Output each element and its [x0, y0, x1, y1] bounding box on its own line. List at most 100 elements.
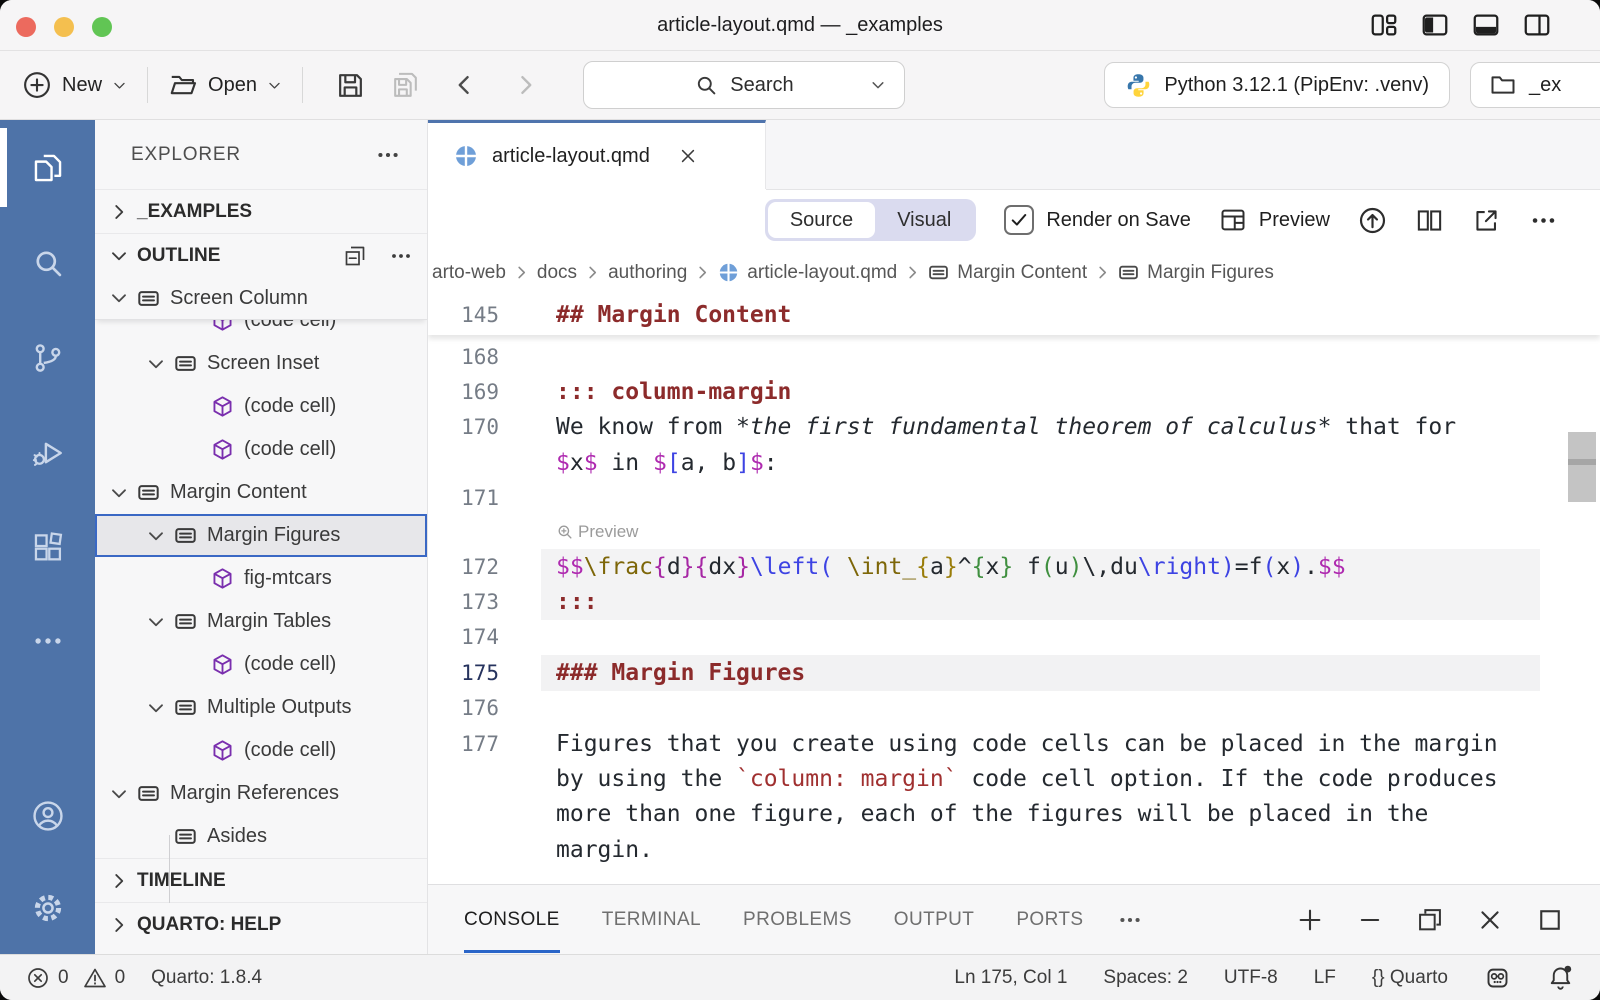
panel-tab-ports[interactable]: PORTS [1016, 887, 1083, 953]
collapse-all-icon[interactable] [343, 244, 367, 268]
tab-article-layout[interactable]: article-layout.qmd [428, 120, 766, 189]
code-line-171[interactable]: 171 [428, 481, 1600, 516]
section-quarto-help[interactable]: QUARTO: HELP [95, 902, 427, 946]
toggle-bottom-panel-icon[interactable] [1471, 10, 1501, 40]
notifications-bell-icon[interactable] [1547, 964, 1574, 991]
save-button[interactable] [335, 70, 366, 101]
scrollbar-thumb[interactable] [1568, 432, 1596, 502]
breadcrumb-item-arto-web[interactable]: arto-web [432, 262, 506, 284]
code-line-wrap[interactable]: $x$ in $[a, b]$: [428, 445, 1600, 480]
outline-item-screen-inset[interactable]: Screen Inset [95, 342, 427, 385]
activity-more-button[interactable] [0, 595, 95, 687]
language-mode-status[interactable]: {} Quarto [1372, 967, 1448, 989]
outline-item-margin-content[interactable]: Margin Content [95, 471, 427, 514]
outline-item-margin-figures[interactable]: Margin Figures [95, 514, 427, 557]
panel-plus-icon[interactable] [1296, 906, 1324, 934]
panel-maximize-icon[interactable] [1536, 906, 1564, 934]
section-timeline[interactable]: TIMELINE [95, 858, 427, 902]
explorer-title: EXPLORER [131, 144, 241, 166]
outline-item-code-cell[interactable]: (code cell) [95, 428, 427, 471]
visual-mode-button[interactable]: Visual [875, 202, 973, 238]
code-line-174[interactable]: 174 [428, 620, 1600, 655]
code-line-145[interactable]: 145## Margin Content [428, 295, 1600, 335]
preview-button[interactable]: Preview [1219, 206, 1330, 234]
save-all-button[interactable] [390, 70, 421, 101]
code-line-177[interactable]: 177Figures that you create using code ce… [428, 726, 1600, 761]
cursor-position-status[interactable]: Ln 175, Col 1 [954, 967, 1067, 989]
run-debug-icon [31, 436, 65, 470]
panel-tab-output[interactable]: OUTPUT [894, 887, 975, 953]
editor-more-icon[interactable] [1529, 206, 1558, 235]
navigate-back-button[interactable] [451, 72, 477, 98]
activity-explorer-button[interactable] [0, 120, 95, 215]
render-on-save-checkbox[interactable] [1004, 205, 1034, 235]
outline-item-asides[interactable]: Asides [95, 815, 427, 858]
assistant-icon[interactable] [1484, 964, 1511, 991]
activity-account-button[interactable] [0, 770, 95, 862]
breadcrumb-item-authoring[interactable]: authoring [608, 262, 687, 284]
source-control-icon [31, 341, 65, 375]
outline-item-multiple-outputs[interactable]: Multiple Outputs [95, 686, 427, 729]
code-line-170[interactable]: 170We know from *the first fundamental t… [428, 410, 1600, 445]
outline-more-icon[interactable] [389, 244, 413, 268]
open-button[interactable]: Open [168, 70, 282, 100]
code-line-175[interactable]: 175### Margin Figures [428, 655, 1600, 690]
outline-item-screen-column[interactable]: Screen Column [95, 277, 427, 320]
render-document-icon[interactable] [1358, 206, 1387, 235]
codelens-preview[interactable]: Preview [428, 516, 1600, 549]
outline-item-code-cell[interactable]: (code cell) [95, 385, 427, 428]
new-button[interactable]: New [22, 70, 127, 100]
panel-tab-problems[interactable]: PROBLEMS [743, 887, 852, 953]
breadcrumb-item-margin-content[interactable]: Margin Content [928, 262, 1087, 284]
code-line-wrap[interactable]: margin. [428, 832, 1600, 867]
outline-item-code-cell[interactable]: (code cell) [95, 643, 427, 686]
activity-extensions-button[interactable] [0, 500, 95, 595]
customize-layout-icon[interactable] [1369, 10, 1399, 40]
section-outline[interactable]: OUTLINE [95, 233, 427, 277]
source-mode-button[interactable]: Source [768, 202, 875, 238]
code-editor[interactable]: 145## Margin Content168169::: column-mar… [428, 295, 1600, 884]
problems-status[interactable]: 0 0 [26, 966, 125, 990]
indentation-status[interactable]: Spaces: 2 [1103, 967, 1188, 989]
code-line-168[interactable]: 168 [428, 339, 1600, 374]
eol-status[interactable]: LF [1314, 967, 1336, 989]
activity-search-button[interactable] [0, 215, 95, 310]
split-editor-icon[interactable] [1415, 206, 1444, 235]
panel-tab-console[interactable]: CONSOLE [464, 887, 560, 953]
open-external-icon[interactable] [1472, 206, 1501, 235]
code-line-169[interactable]: 169::: column-margin [428, 374, 1600, 409]
panel-restore-icon[interactable] [1416, 906, 1444, 934]
breadcrumb-item-docs[interactable]: docs [537, 262, 577, 284]
outline-item-code-cell[interactable]: (code cell) [95, 729, 427, 772]
workspace-button[interactable]: _ex [1470, 62, 1600, 108]
panel-minimize-icon[interactable] [1356, 906, 1384, 934]
quarto-version-status[interactable]: Quarto: 1.8.4 [151, 967, 262, 989]
code-line-172[interactable]: 172$$\frac{d}{dx}\left( \int_{a}^{x} f(u… [428, 549, 1600, 584]
activity-run-debug-button[interactable] [0, 405, 95, 500]
chevron-down-icon [267, 78, 282, 93]
outline-item-code-cell[interactable]: (code cell) [95, 320, 427, 342]
code-line-wrap[interactable]: by using the `column: margin` code cell … [428, 761, 1600, 796]
code-line-wrap[interactable]: more than one figure, each of the figure… [428, 797, 1600, 832]
activity-settings-button[interactable] [0, 862, 95, 954]
outline-item-margin-tables[interactable]: Margin Tables [95, 600, 427, 643]
toggle-left-sidebar-icon[interactable] [1420, 10, 1450, 40]
outline-item-fig-mtcars[interactable]: fig-mtcars [95, 557, 427, 600]
explorer-more-icon[interactable] [375, 142, 401, 168]
interpreter-selector[interactable]: Python 3.12.1 (PipEnv: .venv) [1104, 62, 1450, 108]
search-input[interactable]: Search [583, 61, 905, 109]
encoding-status[interactable]: UTF-8 [1224, 967, 1278, 989]
outline-item-margin-references[interactable]: Margin References [95, 772, 427, 815]
toggle-right-sidebar-icon[interactable] [1522, 10, 1552, 40]
panel-tab-terminal[interactable]: TERMINAL [602, 887, 701, 953]
breadcrumb-item-article-layout-qmd[interactable]: article-layout.qmd [718, 262, 897, 284]
code-line-176[interactable]: 176 [428, 691, 1600, 726]
section-examples[interactable]: _EXAMPLES [95, 189, 427, 233]
panel-more-icon[interactable] [1117, 907, 1143, 933]
code-line-173[interactable]: 173::: [428, 584, 1600, 619]
activity-source-control-button[interactable] [0, 310, 95, 405]
close-tab-icon[interactable] [678, 146, 698, 166]
breadcrumb-item-margin-figures[interactable]: Margin Figures [1118, 262, 1274, 284]
panel-close-icon[interactable] [1476, 906, 1504, 934]
navigate-forward-button[interactable] [513, 72, 539, 98]
